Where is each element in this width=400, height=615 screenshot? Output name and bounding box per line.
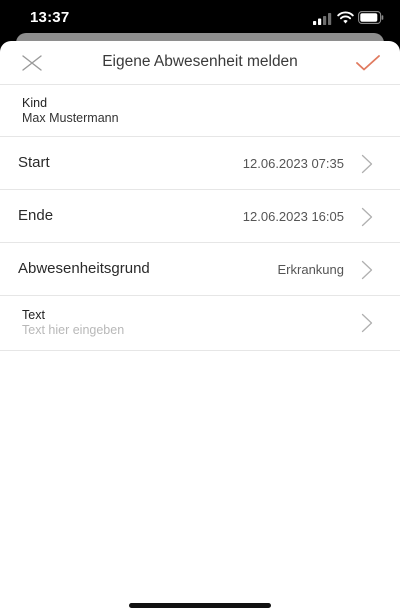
child-label: Kind <box>22 96 48 110</box>
status-bar: 13:37 <box>0 0 400 34</box>
chevron-right-icon <box>361 260 373 280</box>
chevron-right-icon <box>361 154 373 174</box>
end-row[interactable]: Ende 12.06.2023 16:05 <box>0 190 400 243</box>
end-label: Ende <box>18 207 54 224</box>
wifi-icon <box>337 11 354 24</box>
absence-form-sheet: Eigene Abwesenheit melden Kind Max Muste… <box>0 41 400 615</box>
home-indicator[interactable] <box>129 603 271 608</box>
close-button[interactable] <box>18 51 46 75</box>
text-input-placeholder[interactable]: Text hier eingeben <box>22 323 124 337</box>
child-value: Max Mustermann <box>22 111 119 125</box>
cellular-signal-icon <box>313 13 332 25</box>
absence-reason-value: Erkrankung <box>277 262 344 277</box>
navigation-bar: Eigene Abwesenheit melden <box>0 41 400 85</box>
page-title: Eigene Abwesenheit melden <box>102 53 298 70</box>
start-row[interactable]: Start 12.06.2023 07:35 <box>0 137 400 190</box>
text-label: Text <box>22 308 45 322</box>
confirm-button[interactable] <box>352 50 384 76</box>
text-row[interactable]: Text Text hier eingeben <box>0 296 400 351</box>
start-value: 12.06.2023 07:35 <box>242 156 344 171</box>
status-time: 13:37 <box>30 9 70 26</box>
absence-reason-row[interactable]: Abwesenheitsgrund Erkrankung <box>0 243 400 296</box>
end-value: 12.06.2023 16:05 <box>242 209 344 224</box>
checkmark-icon <box>356 55 380 71</box>
chevron-right-icon <box>361 313 373 333</box>
start-label: Start <box>18 154 50 171</box>
chevron-right-icon <box>361 207 373 227</box>
absence-reason-label: Abwesenheitsgrund <box>18 260 150 277</box>
battery-icon <box>358 11 384 24</box>
close-icon <box>22 55 42 71</box>
child-row: Kind Max Mustermann <box>0 84 400 137</box>
